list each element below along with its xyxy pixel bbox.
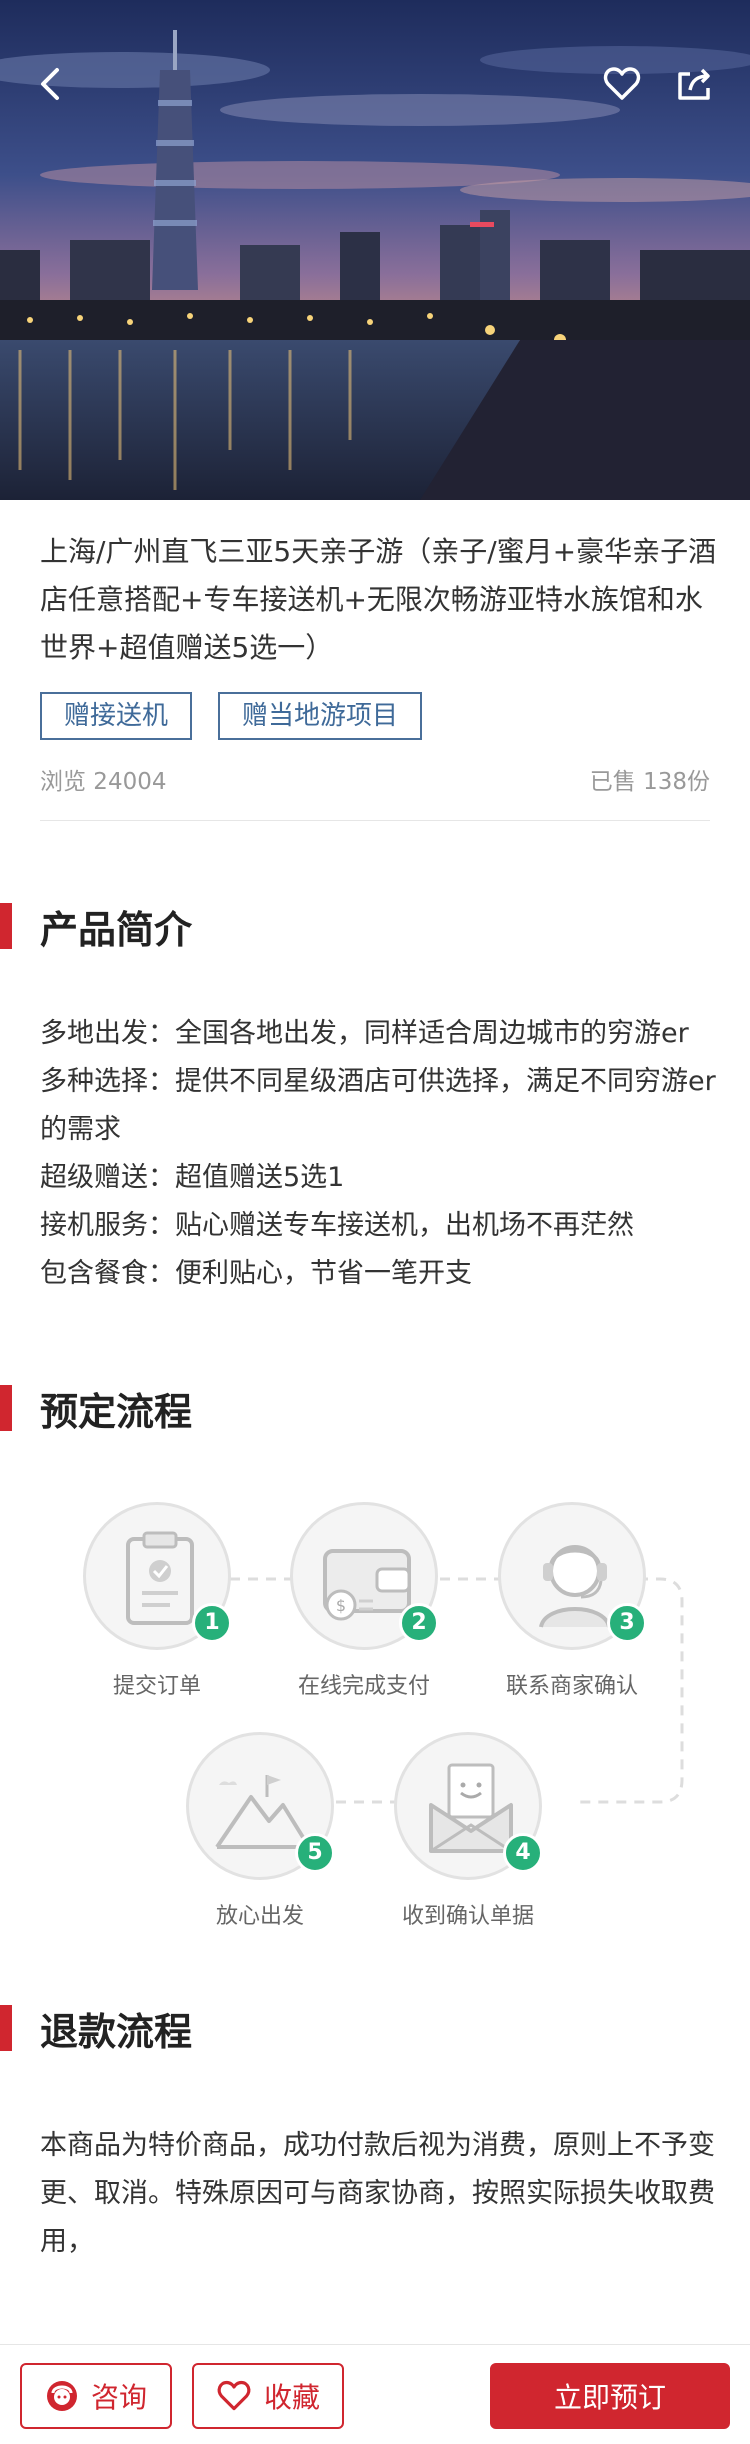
favorite-label: 收藏 [263,2381,320,2414]
tag-list: 赠接送机 赠当地游项目 [40,692,423,740]
step-number: 5 [295,1833,335,1873]
intro-line: 接机服务：贴心赠送专车接送机，出机场不再茫然 [40,1210,634,1241]
tag-local-tour: 赠当地游项目 [218,692,423,740]
step-number: 4 [503,1833,543,1873]
tag-airport-transfer: 赠接送机 [40,692,193,740]
flow-step-1: 1 提交订单 [67,1502,247,1700]
step-number: 1 [192,1603,232,1643]
favorite-bottom-button[interactable]: 收藏 [192,2363,344,2429]
section-title: 退款流程 [40,2009,193,2054]
step-circle: $ 2 [290,1502,439,1650]
section-header-flow: 预定流程 [0,1384,192,1434]
section-accent-bar [0,903,12,949]
share-button[interactable] [664,54,724,114]
step-circle: 4 [394,1732,543,1880]
section-accent-bar [0,1385,12,1431]
booking-flow: 1 提交订单 $ 2 在线完成支付 3 联系商家确认 5 放心出发 4 收到确认… [0,1480,750,1940]
flow-step-5: 5 放心出发 [170,1732,350,1930]
views-count: 浏览 24004 [40,769,167,795]
product-title: 上海/广州直飞三亚5天亲子游（亲子/蜜月+豪华亲子酒店任意搭配+专车接送机+无限… [40,535,717,664]
refund-text: 本商品为特价商品，成功付款后视为消费，原则上不予变更、取消。特殊原因可与商家协商… [40,2130,715,2257]
step-circle: 5 [186,1732,335,1880]
step-label: 联系商家确认 [505,1674,638,1699]
step-circle: 3 [498,1502,647,1650]
heart-outline-icon [603,67,641,100]
svg-text:$: $ [336,1596,346,1615]
sold-count: 已售 138份 [589,769,710,795]
intro-list: 多地出发：全国各地出发，同样适合周边城市的穷游er 多种选择：提供不同星级酒店可… [40,1010,720,1298]
favorite-button[interactable] [592,54,652,114]
back-button[interactable] [20,54,80,114]
intro-line: 包含餐食：便利贴心，节省一笔开支 [40,1258,472,1289]
step-circle: 1 [83,1502,232,1650]
step-number: 3 [607,1603,647,1643]
section-header-refund: 退款流程 [0,2004,192,2054]
step-label: 放心出发 [215,1904,304,1929]
consult-label: 咨询 [90,2381,147,2414]
section-title: 产品简介 [40,907,193,952]
heart-outline-icon [216,2379,252,2413]
product-stats: 浏览 24004 已售 138份 [40,762,710,796]
step-label: 提交订单 [112,1674,201,1699]
customer-service-icon [45,2379,79,2413]
hero-image [0,0,750,500]
flow-step-4: 4 收到确认单据 [378,1732,558,1930]
chevron-left-icon [41,68,59,100]
intro-line: 多地出发：全国各地出发，同样适合周边城市的穷游er [40,1018,689,1049]
section-title: 预定流程 [40,1389,193,1434]
step-label: 收到确认单据 [401,1904,534,1929]
flow-step-3: 3 联系商家确认 [482,1502,662,1700]
divider [40,820,710,821]
flow-step-2: $ 2 在线完成支付 [274,1502,454,1700]
consult-button[interactable]: 咨询 [20,2363,172,2429]
step-label: 在线完成支付 [297,1674,430,1699]
share-icon [678,68,710,100]
section-accent-bar [0,2005,12,2051]
book-now-button[interactable]: 立即预订 [490,2363,730,2429]
intro-line: 超级赠送：超值赠送5选1 [40,1162,345,1193]
section-header-intro: 产品简介 [0,902,192,952]
intro-line: 多种选择：提供不同星级酒店可供选择，满足不同穷游er的需求 [40,1066,716,1145]
step-number: 2 [399,1603,439,1643]
bottom-action-bar: 咨询 收藏 立即预订 [0,2344,750,2444]
